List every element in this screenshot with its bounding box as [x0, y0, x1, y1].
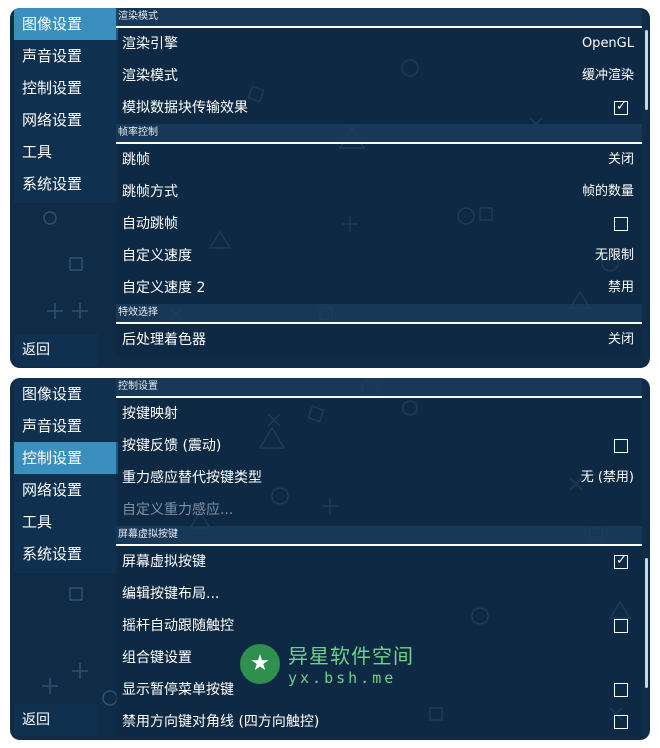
scrollbar[interactable] [645, 558, 648, 688]
watermark-text: 异星软件空间 yx.bsh.me [288, 640, 414, 687]
section-header: 渲染模式 [116, 8, 642, 28]
setting-haptic-feedback[interactable]: 按键反馈 (震动) [116, 430, 642, 462]
watermark-title: 异星软件空间 [288, 644, 414, 668]
back-button[interactable]: 返回 [14, 334, 98, 366]
setting-value: 禁用 [607, 280, 634, 295]
setting-auto-frameskip[interactable]: 自动跳帧 [116, 208, 642, 240]
sidebar-item-tools[interactable]: 工具 [14, 136, 118, 168]
setting-joystick-follow[interactable]: 摇杆自动跟随触控 [116, 610, 642, 642]
setting-label: 按键反馈 (震动) [122, 438, 222, 454]
setting-edit-layout[interactable]: 编辑按键布局... [116, 578, 642, 610]
setting-label: 屏幕虚拟按键 [122, 554, 206, 570]
setting-frameskip[interactable]: 跳帧 关闭 [116, 144, 642, 176]
setting-value: 缓冲渲染 [581, 68, 634, 83]
setting-value: 无 (禁用) [580, 470, 634, 485]
back-button[interactable]: 返回 [14, 704, 98, 736]
setting-label: 自定义速度 [122, 248, 192, 264]
setting-value: OpenGL [581, 36, 634, 51]
setting-label: 自定义速度 2 [122, 280, 206, 296]
setting-label: 跳帧 [122, 152, 150, 168]
settings-panel-graphics: 图像设置 声音设置 控制设置 网络设置 工具 系统设置 返回 渲染模式 渲染引擎… [10, 8, 650, 368]
setting-value: 帧的数量 [581, 184, 634, 199]
checkbox-unchecked[interactable] [614, 715, 628, 729]
setting-custom-speed[interactable]: 自定义速度 无限制 [116, 240, 642, 272]
scrollbar[interactable] [645, 30, 648, 110]
section-header: 屏幕虚拟按键 [116, 526, 642, 546]
checkbox-unchecked[interactable] [614, 217, 628, 231]
star-icon: ★ [240, 643, 280, 684]
watermark: ★ 异星软件空间 yx.bsh.me [240, 640, 414, 687]
sidebar-item-controls[interactable]: 控制设置 [14, 72, 118, 104]
checkbox-unchecked[interactable] [614, 619, 628, 633]
setting-block-transfer[interactable]: 模拟数据块传输效果 ✓ [116, 92, 642, 124]
sidebar-item-tools[interactable]: 工具 [14, 506, 118, 538]
setting-tilt-input-type[interactable]: 重力感应替代按键类型 无 (禁用) [116, 462, 642, 494]
sidebar: 图像设置 声音设置 控制设置 网络设置 工具 系统设置 [14, 378, 118, 573]
setting-render-mode[interactable]: 渲染模式 缓冲渲染 [116, 60, 642, 92]
setting-label: 渲染模式 [122, 68, 178, 84]
sidebar-item-graphics[interactable]: 图像设置 [14, 8, 118, 40]
setting-label: 渲染引擎 [122, 36, 178, 52]
sidebar-item-audio[interactable]: 声音设置 [14, 40, 118, 72]
checkbox-checked[interactable]: ✓ [614, 553, 628, 569]
setting-postprocess-shader[interactable]: 后处理着色器 关闭 [116, 324, 642, 356]
sidebar-item-graphics[interactable]: 图像设置 [14, 378, 118, 410]
setting-key-mapping[interactable]: 按键映射 [116, 398, 642, 430]
setting-label: 跳帧方式 [122, 184, 178, 200]
setting-label: 编辑按键布局... [122, 586, 220, 602]
checkbox-unchecked[interactable] [614, 683, 628, 697]
sidebar-item-controls[interactable]: 控制设置 [14, 442, 118, 474]
setting-label: 后处理着色器 [122, 332, 206, 348]
sidebar-item-network[interactable]: 网络设置 [14, 104, 118, 136]
sidebar: 图像设置 声音设置 控制设置 网络设置 工具 系统设置 [14, 8, 118, 203]
setting-label: 自定义重力感应... [122, 502, 234, 518]
setting-label: 重力感应替代按键类型 [122, 470, 262, 486]
setting-label: 显示暂停菜单按键 [122, 682, 234, 698]
setting-label: 摇杆自动跟随触控 [122, 618, 234, 634]
setting-value: 关闭 [607, 332, 634, 347]
setting-label: 按键映射 [122, 406, 178, 422]
sidebar-item-network[interactable]: 网络设置 [14, 474, 118, 506]
section-header: 帧率控制 [116, 124, 642, 144]
watermark-url: yx.bsh.me [288, 669, 397, 687]
setting-label: 组合键设置 [122, 650, 192, 666]
setting-label: 自动跳帧 [122, 216, 178, 232]
section-header: 控制设置 [116, 378, 642, 398]
setting-disable-diagonals[interactable]: 禁用方向键对角线 (四方向触控) [116, 706, 642, 738]
setting-onscreen-buttons[interactable]: 屏幕虚拟按键 ✓ [116, 546, 642, 578]
setting-render-engine[interactable]: 渲染引擎 OpenGL [116, 28, 642, 60]
settings-list: 渲染模式 渲染引擎 OpenGL 渲染模式 缓冲渲染 模拟数据块传输效果 ✓ 帧率控制… [116, 8, 642, 368]
checkbox-checked[interactable]: ✓ [614, 99, 628, 115]
setting-label: 禁用方向键对角线 (四方向触控) [122, 714, 320, 730]
sidebar-item-system[interactable]: 系统设置 [14, 168, 118, 200]
setting-frameskip-type[interactable]: 跳帧方式 帧的数量 [116, 176, 642, 208]
setting-label: 模拟数据块传输效果 [122, 100, 248, 116]
section-header: 特效选择 [116, 304, 642, 324]
setting-custom-speed-2[interactable]: 自定义速度 2 禁用 [116, 272, 642, 304]
setting-custom-tilt: 自定义重力感应... [116, 494, 642, 526]
sidebar-item-system[interactable]: 系统设置 [14, 538, 118, 570]
sidebar-item-audio[interactable]: 声音设置 [14, 410, 118, 442]
setting-value: 无限制 [594, 248, 634, 263]
checkmark-icon: ✓ [616, 553, 627, 568]
setting-value: 关闭 [607, 152, 634, 167]
checkmark-icon: ✓ [616, 99, 627, 114]
checkbox-unchecked[interactable] [614, 439, 628, 453]
